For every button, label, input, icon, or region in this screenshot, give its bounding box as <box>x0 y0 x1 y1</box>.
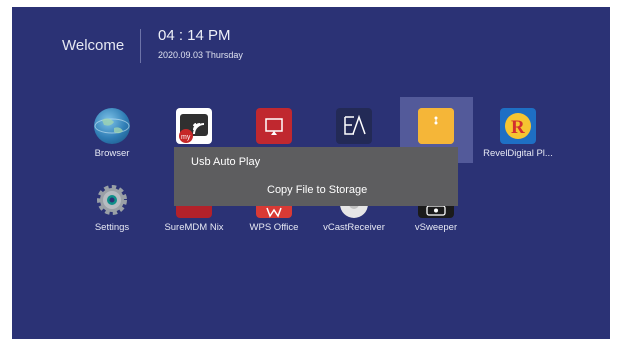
revel-digital-icon: R <box>500 108 536 144</box>
app-ea[interactable] <box>318 108 390 148</box>
app-label: WPS Office <box>249 222 299 233</box>
ea-icon <box>336 108 372 144</box>
copy-file-to-storage-option[interactable]: Copy File to Storage <box>267 184 367 196</box>
app-label: Settings <box>94 222 130 233</box>
app-label: Browser <box>94 148 130 159</box>
file-folder-icon <box>418 108 454 144</box>
gear-icon <box>94 182 130 218</box>
svg-text:my: my <box>181 134 191 141</box>
globe-icon <box>94 108 130 144</box>
launcher-screen: Welcome 04 : 14 PM 2020.09.03 Thursday B… <box>12 7 610 339</box>
app-label: vCastReceiver <box>323 222 385 233</box>
app-file-manager[interactable] <box>400 108 472 148</box>
screen-mirror-icon <box>256 108 292 144</box>
welcome-text: Welcome <box>62 37 125 54</box>
app-browser[interactable]: Browser <box>76 108 148 159</box>
app-settings[interactable]: Settings <box>76 182 148 233</box>
usb-auto-play-option[interactable]: Usb Auto Play <box>191 156 260 168</box>
app-label: RevelDigital Pl... <box>483 148 553 159</box>
app-mycast[interactable]: my <box>158 108 230 148</box>
usb-action-dialog: Usb Auto Play Copy File to Storage <box>174 147 458 206</box>
app-label: vSweeper <box>414 222 458 233</box>
svg-text:R: R <box>511 117 525 138</box>
header-divider <box>140 29 141 63</box>
app-reveldigital[interactable]: R RevelDigital Pl... <box>482 108 554 159</box>
app-screen-mirror[interactable] <box>238 108 310 148</box>
app-label: SureMDM Nix <box>164 222 224 233</box>
mycast-icon: my <box>176 108 212 144</box>
clock-time: 04 : 14 PM <box>158 27 231 44</box>
clock-date: 2020.09.03 Thursday <box>158 50 243 60</box>
